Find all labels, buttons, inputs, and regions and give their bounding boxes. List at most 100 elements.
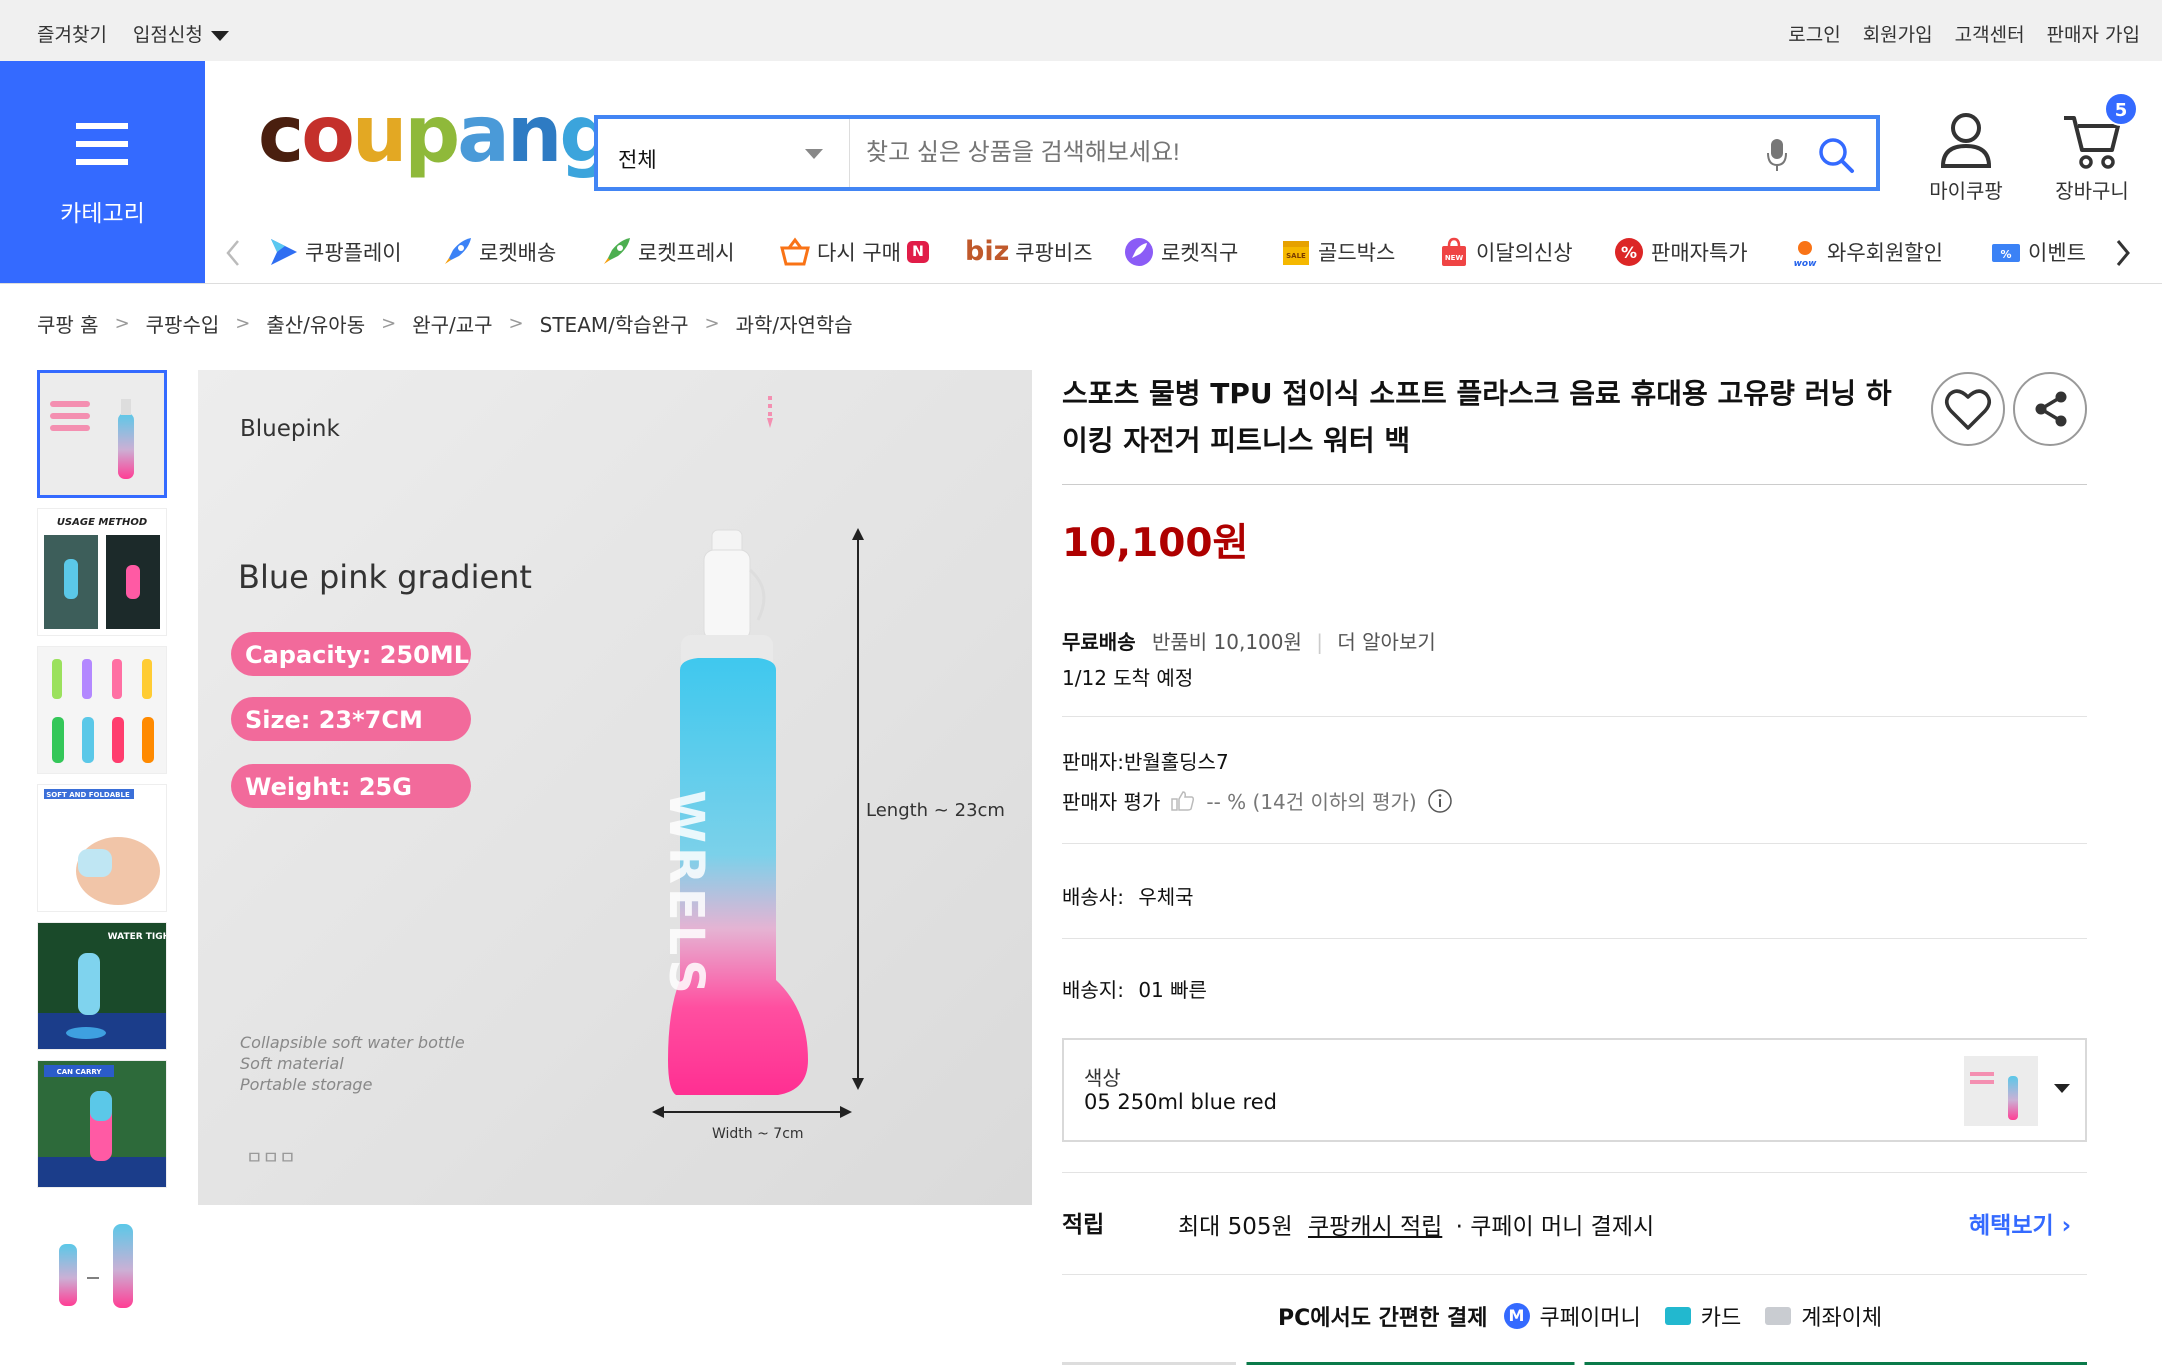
benefit-link[interactable]: 혜택보기 › xyxy=(1969,1206,2071,1240)
nav-item-events[interactable]: % 이벤트 xyxy=(1990,236,2100,268)
courier-label: 배송사: xyxy=(1062,885,1124,909)
search-bar: 전체 xyxy=(594,115,1880,191)
customer-center-link[interactable]: 고객센터 xyxy=(1955,20,2025,47)
my-coupang-button[interactable]: 마이쿠팡 xyxy=(1920,110,2012,204)
origin-label: 배송지: xyxy=(1062,978,1124,1002)
nav-item-rocket-direct[interactable]: 로켓직구 xyxy=(1123,236,1238,268)
svg-text:wow: wow xyxy=(1794,259,1817,268)
nav-item-label: 쿠팡플레이 xyxy=(305,241,402,265)
thumbnail-7[interactable] xyxy=(37,1198,167,1326)
pc-payment-info: PC에서도 간편한 결제 M 쿠페이머니 카드 계좌이체 xyxy=(1278,1300,1882,1332)
breadcrumb-item[interactable]: 쿠팡 홈 xyxy=(37,309,99,338)
microphone-icon[interactable] xyxy=(1766,137,1788,173)
bookmark-link[interactable]: 즐겨찾기 xyxy=(37,20,107,47)
logo-letter: a xyxy=(457,90,510,180)
nav-item-label: 쿠팡비즈 xyxy=(1015,240,1093,265)
top-utility-bar: 즐겨찾기 입점신청 로그인 회원가입 고객센터 판매자 가입 xyxy=(0,0,2162,61)
pc-payment-label: PC에서도 간편한 결제 xyxy=(1278,1306,1488,1331)
option-thumbnail xyxy=(1964,1056,2038,1126)
thumbnail-3[interactable] xyxy=(37,646,167,774)
points-amount: 최대 505원 xyxy=(1178,1214,1293,1240)
free-shipping-label: 무료배송 xyxy=(1062,630,1136,654)
divider xyxy=(1062,716,2087,717)
share-button[interactable] xyxy=(2013,372,2087,446)
breadcrumb-item[interactable]: 출산/유아동 xyxy=(266,309,365,338)
nav-item-goldbox[interactable]: SALE 골드박스 xyxy=(1280,236,1395,268)
info-icon[interactable] xyxy=(1427,788,1453,814)
basket-icon xyxy=(780,237,810,266)
nav-item-coupang-play[interactable]: 쿠팡플레이 xyxy=(267,236,402,268)
rocket-icon xyxy=(445,238,471,264)
more-info-link[interactable]: 더 알아보기 xyxy=(1337,630,1435,654)
cart-label: 장바구니 xyxy=(2055,179,2129,203)
origin-info: 배송지: 01 빠른 xyxy=(1062,974,1207,1003)
nav-item-label: 판매자특가 xyxy=(1651,241,1748,265)
nav-item-coupang-biz[interactable]: biz 쿠팡비즈 xyxy=(965,236,1093,267)
seller-signup-link[interactable]: 판매자 가입 xyxy=(2047,20,2140,47)
coupang-logo[interactable]: coupang xyxy=(258,90,615,180)
seller-name[interactable]: 판매자:반월홀딩스7 xyxy=(1062,746,1229,775)
search-scope-select[interactable]: 전체 xyxy=(598,119,850,187)
color-option-select[interactable]: 색상 05 250ml blue red xyxy=(1062,1038,2087,1142)
nav-item-rocket-fresh[interactable]: 로켓프레시 xyxy=(600,236,735,268)
nav-item-label: 로켓프레시 xyxy=(638,241,735,265)
thumbnail-2[interactable]: USAGE METHOD xyxy=(37,508,167,636)
breadcrumb-item[interactable]: 쿠팡수입 xyxy=(146,309,220,338)
breadcrumb: 쿠팡 홈 > 쿠팡수입 > 출산/유아동 > 완구/교구 > STEAM/학습완구 > 과… xyxy=(37,309,853,338)
shipping-info: 무료배송 반품비 10,100원 | 더 알아보기 xyxy=(1062,630,1436,654)
nav-item-rebuy[interactable]: 다시 구매 N xyxy=(779,236,929,268)
option-label: 색상 xyxy=(1084,1066,1121,1090)
breadcrumb-item[interactable]: 완구/교구 xyxy=(412,309,492,338)
chevron-right-icon: › xyxy=(2061,1213,2072,1239)
user-icon xyxy=(1940,113,1992,168)
cart-count-badge: 5 xyxy=(2104,92,2138,126)
thumbnail-6[interactable]: CAN CARRY xyxy=(37,1060,167,1188)
return-fee: 반품비 10,100원 xyxy=(1151,630,1302,654)
thumbnail-1[interactable] xyxy=(37,370,167,498)
category-button[interactable]: 카테고리 xyxy=(0,61,205,283)
share-icon xyxy=(2035,391,2067,427)
percent-badge-icon: % xyxy=(1615,238,1643,266)
caret-down-icon xyxy=(805,149,823,159)
nav-item-rocket-delivery[interactable]: 로켓배송 xyxy=(441,236,556,268)
main-product-image[interactable]: Bluepink Blue pink gradient Capacity: 25… xyxy=(198,370,1032,1205)
divider xyxy=(1062,843,2087,844)
signup-link[interactable]: 회원가입 xyxy=(1863,20,1933,47)
coupang-cash-link[interactable]: 쿠팡캐시 적립 xyxy=(1308,1214,1442,1240)
search-input[interactable] xyxy=(866,139,1746,167)
thumbs-up-icon xyxy=(1171,790,1195,811)
image-small-mark: ㅁㅁㅁ xyxy=(246,1148,296,1169)
origin-value: 01 빠른 xyxy=(1138,978,1207,1002)
nav-item-monthly-new[interactable]: NEW 이달의신상 xyxy=(1438,236,1573,268)
new-bag-icon: NEW xyxy=(1442,237,1466,266)
caption-line: Collapsible soft water bottle xyxy=(240,1033,465,1052)
nav-item-wow-discount[interactable]: wow 와우회원할인 xyxy=(1789,236,1943,268)
nav-item-seller-deals[interactable]: % 판매자특가 xyxy=(1613,236,1748,268)
wishlist-button[interactable] xyxy=(1931,372,2005,446)
seller-rating: 판매자 평가 -- % (14건 이하의 평가) xyxy=(1062,786,1453,815)
login-link[interactable]: 로그인 xyxy=(1788,20,1840,47)
bottle-brand-text: WRELS xyxy=(658,790,714,998)
store-apply-menu[interactable]: 입점신청 xyxy=(133,20,229,47)
breadcrumb-item[interactable]: STEAM/학습완구 xyxy=(540,309,689,338)
hamburger-icon xyxy=(76,123,128,167)
nav-item-label: 골드박스 xyxy=(1318,241,1396,265)
global-rocket-icon xyxy=(1125,238,1153,266)
thumb-carry-text: CAN CARRY xyxy=(57,1068,103,1076)
breadcrumb-item[interactable]: 과학/자연학습 xyxy=(736,309,853,338)
courier-info: 배송사: 우체국 xyxy=(1062,881,1194,910)
thumb-usage-text: USAGE METHOD xyxy=(57,517,147,528)
caret-down-icon xyxy=(2054,1084,2070,1093)
coupay-money-label: 쿠페이머니 xyxy=(1539,1306,1641,1331)
thumbnail-5[interactable]: WATER TIGHT xyxy=(37,922,167,1050)
logo-letter: p xyxy=(404,90,460,180)
nav-next-arrow-icon[interactable] xyxy=(2114,238,2132,268)
thumbnail-4[interactable]: SOFT AND FOLDABLE xyxy=(37,784,167,912)
svg-text:%: % xyxy=(1621,243,1637,262)
search-icon[interactable] xyxy=(1816,135,1856,175)
logo-letter: n xyxy=(506,90,563,180)
arrival-date: 1/12 도착 예정 xyxy=(1062,666,1194,690)
bank-transfer-label: 계좌이체 xyxy=(1801,1306,1883,1331)
nav-item-label: 로켓배송 xyxy=(479,241,557,265)
new-badge: N xyxy=(906,241,929,263)
